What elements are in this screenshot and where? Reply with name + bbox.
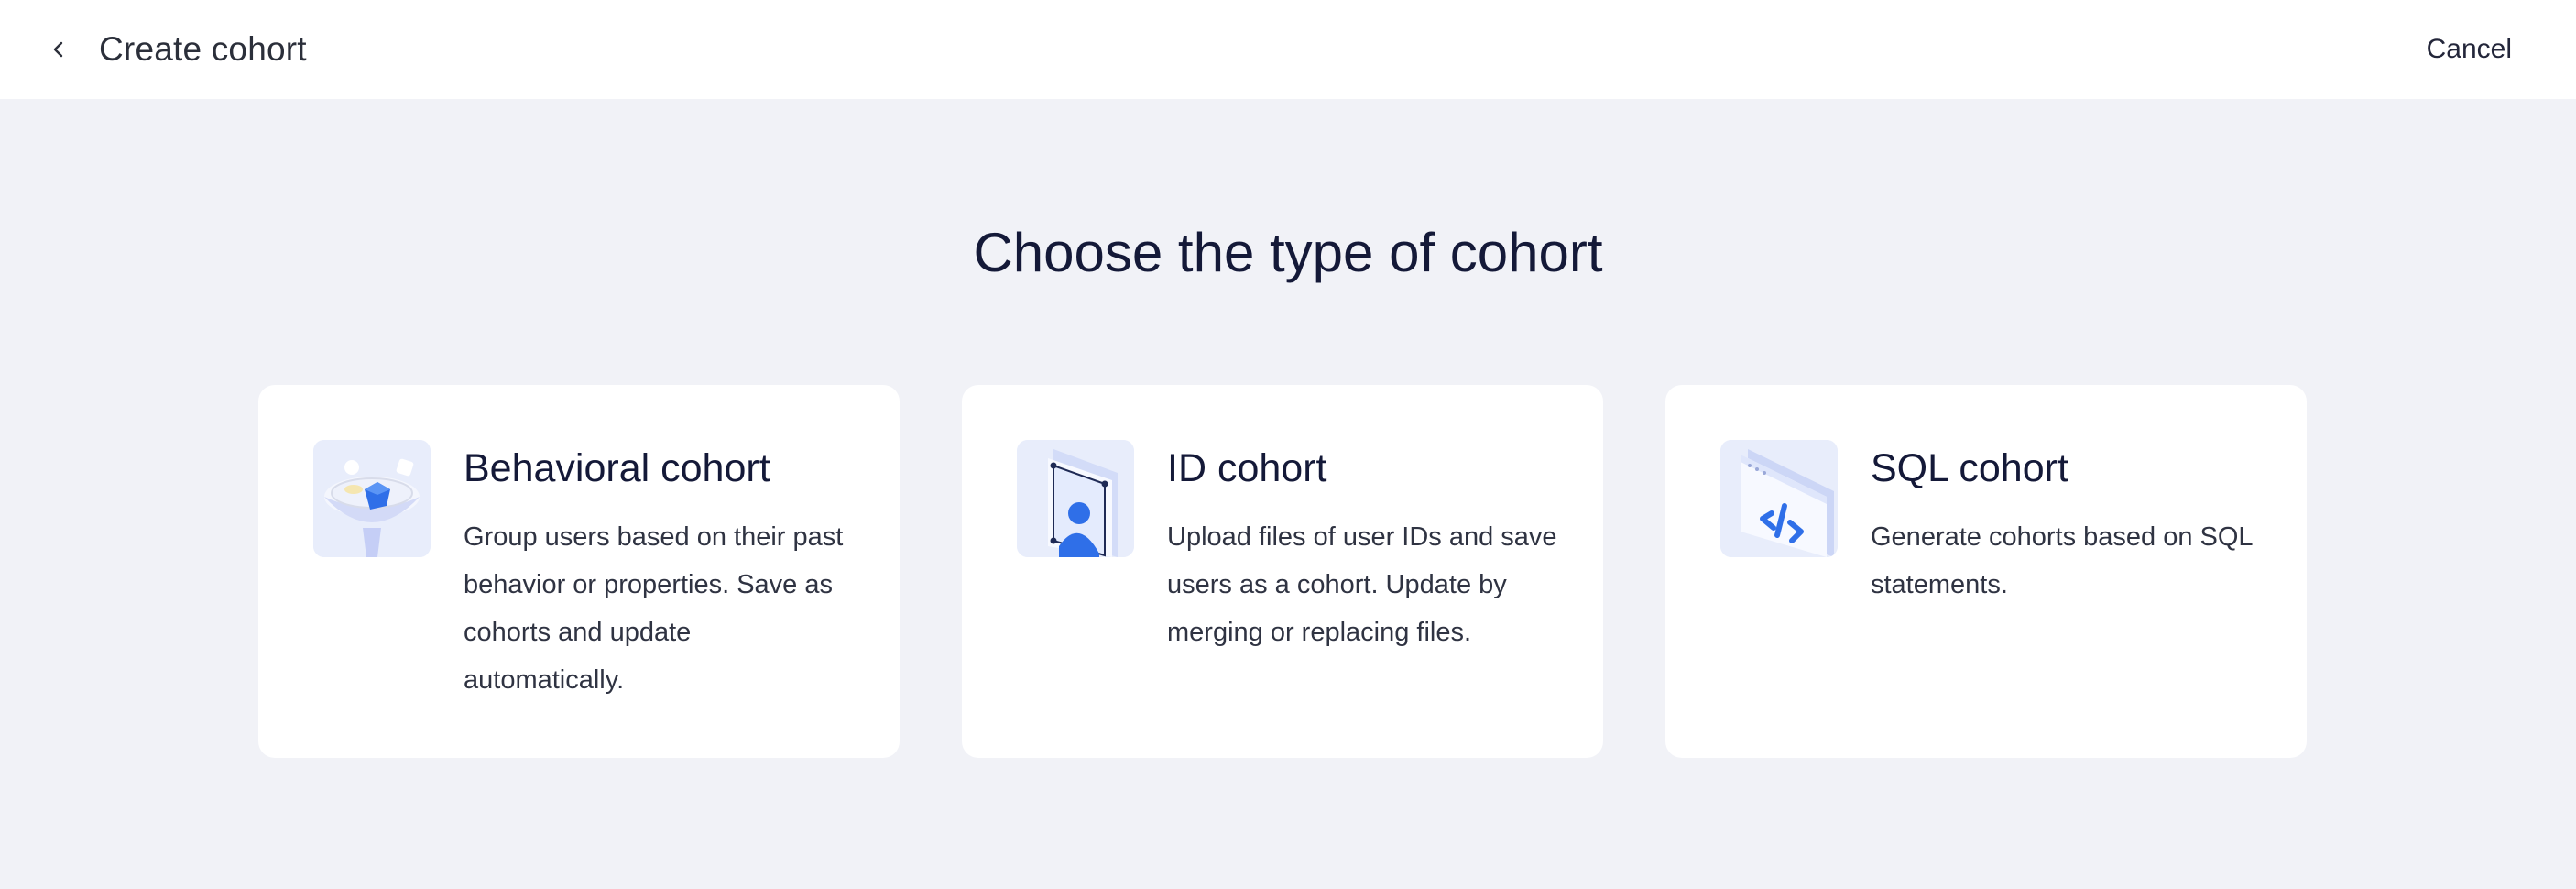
- card-description: Group users based on their past behavior…: [464, 522, 844, 695]
- sql-cohort-card[interactable]: SQL cohort Generate cohorts based on SQL…: [1665, 385, 2307, 758]
- id-cohort-card[interactable]: ID cohort Upload files of user IDs and s…: [962, 385, 1603, 758]
- behavioral-cohort-card[interactable]: Behavioral cohort Group users based on t…: [258, 385, 900, 758]
- back-button[interactable]: [37, 27, 81, 71]
- top-bar: Create cohort Cancel: [0, 0, 2576, 99]
- section-heading: Choose the type of cohort: [973, 222, 1603, 283]
- card-description: Upload files of user IDs and save users …: [1167, 522, 1557, 647]
- cancel-button[interactable]: Cancel: [2427, 27, 2512, 71]
- card-title: ID cohort: [1167, 446, 1327, 490]
- chevron-left-icon: [53, 41, 63, 58]
- card-title: Behavioral cohort: [464, 446, 770, 490]
- user-id-card-icon: [1017, 440, 1134, 557]
- cohort-type-list: Behavioral cohort Group users based on t…: [258, 385, 2307, 758]
- funnel-icon: [313, 440, 431, 557]
- card-title: SQL cohort: [1871, 446, 2068, 490]
- page-title: Create cohort: [99, 30, 307, 68]
- card-description: Generate cohorts based on SQL statements…: [1871, 522, 2253, 599]
- sql-code-icon: [1720, 440, 1838, 557]
